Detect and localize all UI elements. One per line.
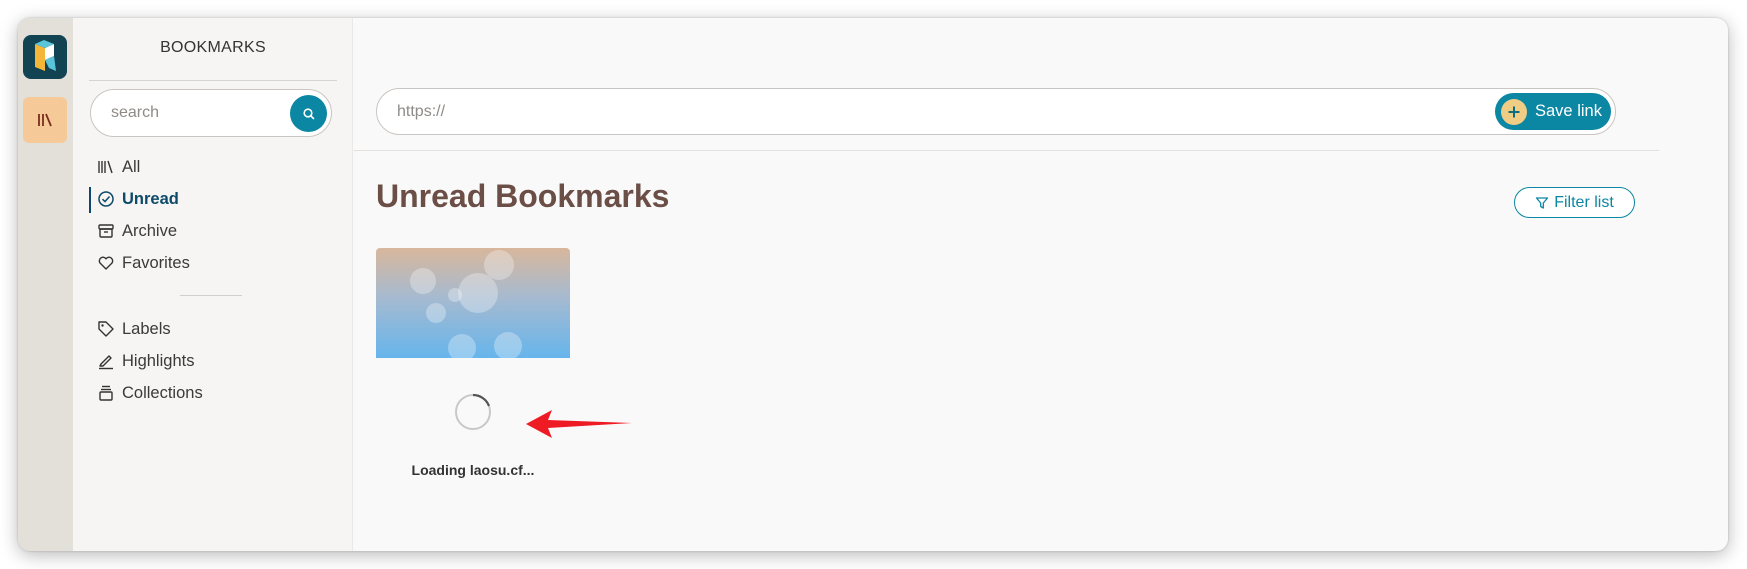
- sidebar-item-label: Highlights: [122, 351, 195, 370]
- sidebar-item-label: Archive: [122, 221, 178, 240]
- sidebar-title: BOOKMARKS: [160, 39, 266, 56]
- sidebar-item-labels[interactable]: Labels: [89, 313, 339, 345]
- sidebar-item-favorites[interactable]: Favorites: [89, 247, 339, 279]
- bookmark-thumbnail: [376, 248, 570, 358]
- page-title: Unread Bookmarks: [376, 178, 670, 214]
- readeck-logo-icon: [35, 40, 56, 71]
- highlighter-icon: [97, 352, 115, 370]
- bookmark-loading-text: Loading laosu.cf...: [411, 462, 535, 478]
- app-rail: [18, 18, 73, 551]
- sidebar-nav: All Unread Archive Favorites Labels High…: [89, 151, 339, 409]
- filter-list-button[interactable]: Filter list: [1514, 187, 1635, 218]
- loading-spinner-icon: [453, 392, 493, 432]
- plus-circle-icon: [1501, 98, 1527, 125]
- url-bar: Save link: [376, 88, 1616, 135]
- filter-icon: [1536, 196, 1549, 209]
- red-arrow-icon: [526, 410, 632, 438]
- sidebar-item-label: All: [122, 157, 141, 176]
- heart-icon: [97, 254, 115, 272]
- archive-box-icon: [97, 222, 115, 240]
- collections-icon: [97, 384, 115, 402]
- search-box: [90, 89, 332, 137]
- check-circle-icon: [97, 190, 115, 208]
- header-divider: [354, 150, 1659, 151]
- search-button[interactable]: [290, 95, 327, 132]
- sidebar-item-all[interactable]: All: [89, 151, 339, 183]
- save-link-button[interactable]: Save link: [1495, 93, 1611, 130]
- sidebar-item-label: Favorites: [122, 253, 190, 272]
- filter-list-label: Filter list: [1554, 193, 1614, 211]
- sidebar-item-unread[interactable]: Unread: [89, 183, 339, 215]
- sidebar-divider: [89, 80, 337, 81]
- sidebar-item-label: Collections: [122, 383, 203, 402]
- search-icon: [302, 107, 314, 119]
- library-icon: [38, 113, 52, 127]
- sidebar: BOOKMARKS search All Unread Archive Favo…: [73, 18, 353, 551]
- nav-divider: [180, 295, 242, 296]
- library-icon: [97, 158, 115, 176]
- sidebar-item-highlights[interactable]: Highlights: [89, 345, 339, 377]
- sidebar-item-label: Labels: [122, 319, 171, 338]
- bookmark-card[interactable]: Loading laosu.cf...: [376, 248, 570, 478]
- sidebar-item-collections[interactable]: Collections: [89, 377, 339, 409]
- rail-bookmarks-button[interactable]: [23, 97, 67, 143]
- url-input[interactable]: [397, 101, 1357, 123]
- main-content: Save link Unread Bookmarks Filter list: [354, 18, 1728, 551]
- tag-icon: [97, 320, 115, 338]
- search-input[interactable]: [111, 102, 281, 124]
- app-window: BOOKMARKS search All Unread Archive Favo…: [18, 18, 1728, 551]
- save-link-label: Save link: [1535, 102, 1602, 120]
- sidebar-item-label: Unread: [122, 189, 179, 208]
- sidebar-item-archive[interactable]: Archive: [89, 215, 339, 247]
- app-logo[interactable]: [23, 35, 67, 79]
